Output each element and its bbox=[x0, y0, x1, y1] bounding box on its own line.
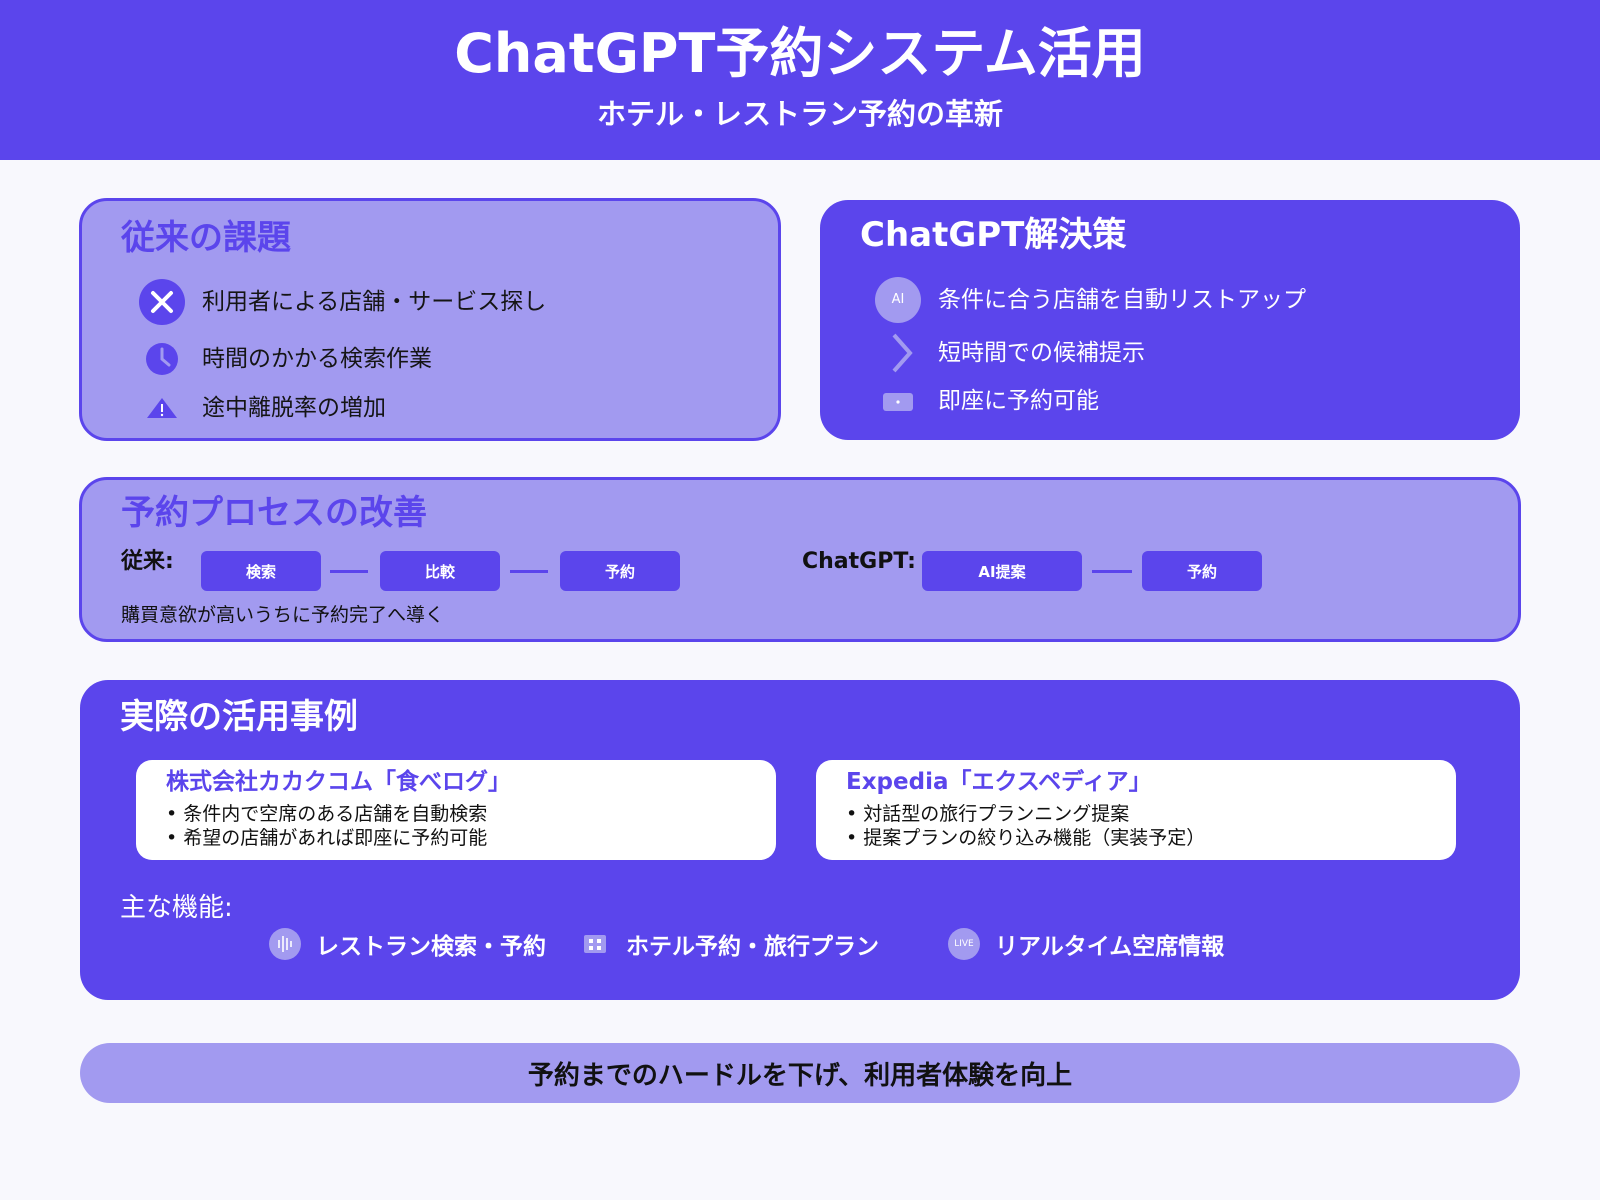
legacy-flow-label: 従来: bbox=[121, 549, 174, 574]
solutions-panel: ChatGPT解決策 AI 条件に合う店舗を自動リストアップ 短時間での候補提示… bbox=[820, 200, 1520, 440]
feature-item: LIVE リアルタイム空席情報 bbox=[947, 927, 1224, 961]
x-circle-icon bbox=[138, 278, 186, 326]
page-title: ChatGPT予約システム活用 bbox=[454, 22, 1146, 85]
cases-panel: 実際の活用事例 株式会社カカクコム「食べログ」 • 条件内で空席のある店舗を自動… bbox=[80, 680, 1520, 1000]
ai-icon: AI bbox=[874, 276, 922, 324]
problem-text: 時間のかかる検索作業 bbox=[202, 346, 432, 372]
warning-icon bbox=[138, 384, 186, 432]
solution-text: 条件に合う店舗を自動リストアップ bbox=[938, 287, 1306, 313]
feature-text: レストラン検索・予約 bbox=[316, 934, 546, 960]
process-note: 購買意欲が高いうちに予約完了へ導く bbox=[121, 604, 445, 626]
audio-wave-icon bbox=[268, 927, 302, 961]
process-panel: 予約プロセスの改善 従来: 検索 比較 予約 ChatGPT: AI提案 予約 … bbox=[79, 477, 1521, 642]
cases-title: 実際の活用事例 bbox=[120, 697, 358, 737]
flow-connector bbox=[510, 570, 548, 573]
problems-panel: 従来の課題 利用者による店舗・サービス探し 時間のかかる検索作業 途中離脱率の増… bbox=[79, 198, 781, 441]
page-subtitle: ホテル・レストラン予約の革新 bbox=[596, 97, 1003, 131]
footer-text: 予約までのハードルを下げ、利用者体験を向上 bbox=[527, 1060, 1073, 1091]
case-bullet: • 提案プランの絞り込み機能（実装予定） bbox=[846, 827, 1206, 849]
flow-connector bbox=[330, 570, 368, 573]
live-icon: LIVE bbox=[947, 927, 981, 961]
legacy-step-search: 検索 bbox=[201, 551, 321, 591]
problem-item: 利用者による店舗・サービス探し bbox=[138, 278, 546, 326]
footer-banner: 予約までのハードルを下げ、利用者体験を向上 bbox=[80, 1043, 1520, 1103]
chatgpt-step-ai: AI提案 bbox=[922, 551, 1082, 591]
case-title: Expedia「エクスペディア」 bbox=[846, 769, 1152, 795]
chatgpt-flow-label: ChatGPT: bbox=[802, 549, 916, 574]
feature-text: リアルタイム空席情報 bbox=[995, 934, 1225, 960]
solution-text: 短時間での候補提示 bbox=[938, 340, 1145, 366]
problem-text: 途中離脱率の増加 bbox=[202, 395, 386, 421]
flow-connector bbox=[1092, 570, 1132, 573]
live-badge-text: LIVE bbox=[954, 939, 974, 949]
chatgpt-step-book: 予約 bbox=[1142, 551, 1262, 591]
feature-item: レストラン検索・予約 bbox=[268, 927, 546, 961]
problem-item: 途中離脱率の増加 bbox=[138, 384, 386, 432]
ai-badge-text: AI bbox=[891, 292, 905, 307]
chevron-right-icon bbox=[874, 329, 922, 377]
header-banner: ChatGPT予約システム活用 ホテル・レストラン予約の革新 bbox=[0, 0, 1600, 160]
grid-icon bbox=[578, 927, 612, 961]
feature-text: ホテル予約・旅行プラン bbox=[626, 934, 879, 960]
solutions-title: ChatGPT解決策 bbox=[860, 215, 1127, 255]
solution-text: 即座に予約可能 bbox=[938, 388, 1099, 414]
feature-item: ホテル予約・旅行プラン bbox=[578, 927, 879, 961]
legacy-step-book: 予約 bbox=[560, 551, 680, 591]
clock-icon bbox=[138, 335, 186, 383]
ticket-icon bbox=[874, 377, 922, 425]
problem-text: 利用者による店舗・サービス探し bbox=[202, 289, 547, 315]
case-title: 株式会社カカクコム「食べログ」 bbox=[166, 769, 511, 795]
process-title: 予約プロセスの改善 bbox=[121, 493, 427, 533]
problem-item: 時間のかかる検索作業 bbox=[138, 335, 432, 383]
case-card-tabelog: 株式会社カカクコム「食べログ」 • 条件内で空席のある店舗を自動検索 • 希望の… bbox=[136, 760, 776, 860]
features-label: 主な機能: bbox=[120, 893, 233, 923]
problems-title: 従来の課題 bbox=[121, 218, 291, 258]
case-bullet: • 条件内で空席のある店舗を自動検索 bbox=[166, 803, 488, 825]
case-bullet: • 希望の店舗があれば即座に予約可能 bbox=[166, 827, 488, 849]
case-bullet: • 対話型の旅行プランニング提案 bbox=[846, 803, 1130, 825]
solution-item: 短時間での候補提示 bbox=[874, 329, 1145, 377]
solution-item: AI 条件に合う店舗を自動リストアップ bbox=[874, 276, 1306, 324]
case-card-expedia: Expedia「エクスペディア」 • 対話型の旅行プランニング提案 • 提案プラ… bbox=[816, 760, 1456, 860]
legacy-step-compare: 比較 bbox=[380, 551, 500, 591]
solution-item: 即座に予約可能 bbox=[874, 377, 1099, 425]
